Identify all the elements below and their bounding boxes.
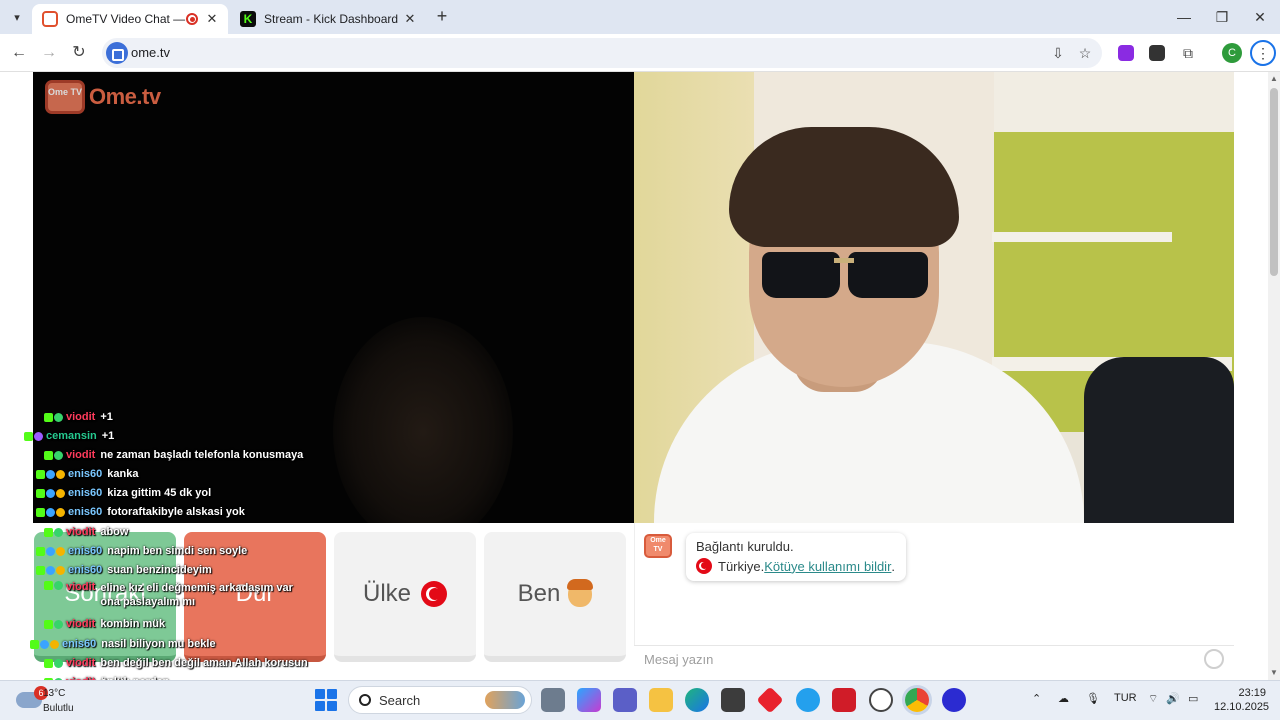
reload-button[interactable]: ↻ — [68, 42, 90, 64]
scroll-up-icon[interactable]: ▲ — [1268, 74, 1280, 84]
scroll-down-icon[interactable]: ▼ — [1268, 668, 1280, 678]
language-indicator[interactable]: TUR — [1114, 692, 1137, 704]
clock-date: 12.10.2025 — [1214, 701, 1270, 713]
background-jacket — [1084, 357, 1234, 523]
onedrive-icon[interactable]: ☁ — [1058, 692, 1069, 705]
windows-start-icon[interactable] — [315, 689, 337, 711]
battery-icon[interactable]: ▭ — [1188, 692, 1198, 705]
extensions-puzzle-icon[interactable]: ⧉ — [1178, 43, 1198, 63]
extension-icon[interactable] — [1118, 45, 1134, 61]
copilot-icon[interactable] — [577, 688, 601, 712]
ometv-favicon — [42, 11, 58, 27]
tab-kick-dashboard[interactable]: K Stream - Kick Dashboard ✕ — [230, 4, 426, 34]
tab-search-icon[interactable]: ▾ — [6, 6, 28, 28]
file-explorer-icon[interactable] — [649, 688, 673, 712]
close-tab-icon[interactable]: ✕ — [402, 11, 418, 27]
show-hidden-icons[interactable]: ⌃ — [1032, 692, 1041, 705]
background-shelf — [992, 232, 1172, 242]
new-tab-button[interactable]: + — [432, 6, 452, 26]
temperature: 13°C — [43, 688, 66, 699]
turkey-flag-icon — [421, 581, 447, 607]
tab-ometv[interactable]: OmeTV Video Chat — Ome ✕ — [32, 4, 228, 34]
browser-toolbar: ← → ↻ ome.tv ⇩ ☆ ⧉ — [0, 34, 1280, 72]
page-scrollbar[interactable]: ▲ ▼ — [1268, 72, 1280, 680]
stop-button[interactable]: Dur — [184, 532, 326, 662]
tab-strip: ▾ OmeTV Video Chat — Ome ✕ K Stream - Ki… — [0, 0, 1280, 34]
report-abuse-link[interactable]: Kötüye kullanımı bildir — [764, 559, 891, 574]
ometv-logo: Ome TV Ome.tv — [45, 80, 161, 114]
sunglasses-lens — [762, 252, 840, 298]
weather-condition: Bulutlu — [43, 703, 74, 714]
period: . — [891, 558, 896, 574]
kick-favicon: K — [240, 11, 256, 27]
ometv-chat-logo-icon: Ome TV — [644, 534, 672, 558]
taskbar-search[interactable]: Search — [348, 686, 532, 714]
profile-avatar[interactable]: C — [1222, 43, 1242, 63]
close-window-button[interactable]: ✕ — [1242, 6, 1278, 28]
connected-text: Bağlantı kuruldu. — [696, 539, 794, 554]
task-view-icon[interactable] — [541, 688, 565, 712]
minimize-button[interactable]: — — [1166, 6, 1202, 28]
country-button[interactable]: Ülke — [334, 532, 476, 662]
search-icon — [359, 694, 371, 706]
volume-icon[interactable]: 🔊 — [1166, 692, 1180, 705]
tab-title: Stream - Kick Dashboard — [264, 12, 399, 26]
back-button[interactable]: ← — [8, 42, 30, 64]
emoji-icon[interactable] — [1204, 649, 1224, 669]
me-button[interactable]: Ben — [484, 532, 626, 662]
ometv-logo-text: Ome.tv — [89, 84, 161, 109]
self-video — [634, 72, 1234, 523]
message-input[interactable]: Mesaj yazın — [634, 645, 1234, 673]
turkey-flag-icon — [696, 558, 712, 574]
install-app-icon[interactable]: ⇩ — [1048, 43, 1068, 63]
background-cabinet — [994, 72, 1234, 132]
ometv-logo-icon: Ome TV — [45, 80, 85, 114]
country-text: Türkiye. — [718, 558, 765, 574]
country-label: Ülke — [362, 580, 411, 607]
status-message: Bağlantı kuruldu. Türkiye. Kötüye kullan… — [686, 533, 906, 581]
url-text: ome.tv — [131, 45, 171, 60]
recording-icon — [186, 13, 198, 25]
tab-title: OmeTV Video Chat — Ome — [66, 12, 186, 26]
next-label: Sonraki — [64, 580, 146, 607]
stranger-video: Ome TV Ome.tv — [33, 72, 634, 523]
chrome-icon[interactable] — [905, 688, 929, 712]
message-placeholder: Mesaj yazın — [644, 652, 714, 667]
stranger-face — [333, 317, 513, 523]
app-icon[interactable] — [942, 688, 966, 712]
teams-icon[interactable] — [613, 688, 637, 712]
search-highlight-icon — [485, 691, 525, 709]
address-bar[interactable]: ome.tv — [102, 38, 1102, 68]
forward-button[interactable]: → — [38, 42, 60, 64]
stop-label: Dur — [235, 580, 275, 607]
search-label: Search — [379, 693, 421, 708]
extension-icon[interactable] — [1149, 45, 1165, 61]
boy-emoji-icon — [567, 579, 594, 607]
maximize-button[interactable]: ❐ — [1204, 6, 1240, 28]
weather-widget[interactable]: 6 13°C Bulutlu — [8, 685, 88, 717]
shield-app-icon[interactable] — [832, 688, 856, 712]
next-button[interactable]: Sonraki — [34, 532, 176, 662]
wifi-icon[interactable]: ⌔ — [1148, 692, 1158, 706]
site-info-icon[interactable] — [106, 42, 128, 64]
clock-time: 23:19 — [1238, 687, 1266, 699]
edge-icon[interactable] — [685, 688, 709, 712]
sunglasses-lens — [848, 252, 928, 298]
app-icon[interactable] — [869, 688, 893, 712]
me-label: Ben — [517, 580, 561, 607]
clock[interactable]: 23:19 12.10.2025 — [1214, 686, 1270, 714]
microphone-icon[interactable]: 🎙 — [1086, 692, 1100, 705]
browser-menu-icon[interactable]: ⋮ — [1250, 40, 1276, 66]
app-icon[interactable] — [796, 688, 820, 712]
close-tab-icon[interactable]: ✕ — [204, 11, 220, 27]
bookmark-star-icon[interactable]: ☆ — [1075, 43, 1095, 63]
scroll-thumb[interactable] — [1270, 88, 1278, 276]
sunglasses-bridge — [834, 258, 854, 263]
store-icon[interactable] — [721, 688, 745, 712]
